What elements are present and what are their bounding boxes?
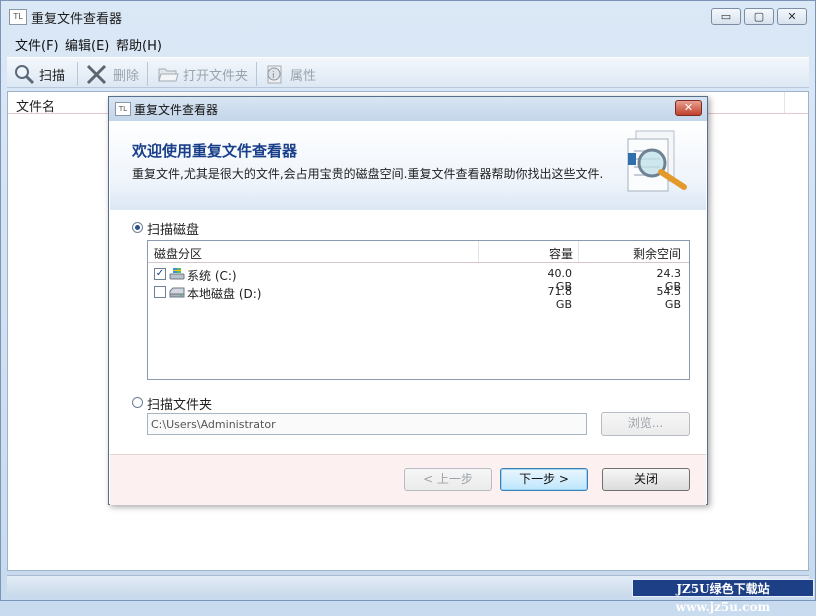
open-folder-button[interactable]: 打开文件夹 <box>157 62 248 86</box>
maximize-button[interactable]: ▢ <box>744 8 774 25</box>
column-divider <box>784 92 785 113</box>
folder-path-input[interactable] <box>147 413 587 435</box>
back-button[interactable]: < 上一步 <box>404 468 492 491</box>
menu-help[interactable]: 帮助(H) <box>116 35 162 54</box>
scan-disk-radio[interactable] <box>132 222 143 233</box>
scan-button[interactable]: 扫描 <box>13 62 65 86</box>
toolbar-separator <box>147 62 148 86</box>
partition-row[interactable]: 本地磁盘 (D:) 71.8 GB 54.5 GB <box>148 283 689 311</box>
dialog-title: 重复文件查看器 <box>134 103 219 117</box>
toolbar-separator <box>77 62 78 86</box>
browse-button[interactable]: 浏览... <box>601 412 690 436</box>
welcome-dialog: TL 重复文件查看器 ✕ 欢迎使用重复文件查看器 重复文件,尤其是很大的文件,会… <box>108 96 708 505</box>
menu-bar: 文件(F) 编辑(E) 帮助(H) <box>7 32 809 54</box>
menu-edit[interactable]: 编辑(E) <box>65 35 109 54</box>
partition-row[interactable]: ✓ 系统 (C:) 40.0 GB 24.3 GB <box>148 265 689 293</box>
scan-folder-radio[interactable] <box>132 397 143 408</box>
delete-x-icon <box>86 64 107 85</box>
column-filename[interactable]: 文件名 <box>16 96 55 115</box>
toolbar-separator <box>256 62 257 86</box>
magnifier-icon <box>15 65 35 85</box>
duplicate-files-magnifier-icon <box>627 130 687 192</box>
partition-checkbox[interactable]: ✓ <box>154 268 166 280</box>
partition-capacity: 71.8 GB <box>547 285 573 311</box>
app-icon: TL <box>9 9 27 25</box>
column-divider <box>578 241 579 262</box>
scan-label: 扫描 <box>39 68 66 84</box>
partition-free-space: 54.5 GB <box>656 285 682 311</box>
svg-text:i: i <box>272 71 275 81</box>
properties-button[interactable]: i 属性 <box>264 62 316 86</box>
banner-description: 重复文件,尤其是很大的文件,会占用宝贵的磁盘空间.重复文件查看器帮助你找出这些文… <box>132 167 604 181</box>
toolbar: 扫描 删除 打开文件夹 i 属性 <box>7 57 809 88</box>
next-button[interactable]: 下一步 > <box>500 468 588 491</box>
dialog-app-icon: TL <box>115 102 131 116</box>
open-folder-label: 打开文件夹 <box>183 68 249 84</box>
column-free-space[interactable]: 剩余空间 <box>633 245 681 262</box>
properties-icon: i <box>267 65 282 84</box>
title-bar: TL 重复文件查看器 ▭ ▢ ✕ <box>1 1 815 33</box>
properties-label: 属性 <box>290 68 317 84</box>
dialog-close-icon[interactable]: ✕ <box>675 100 702 116</box>
disk-partition-list[interactable]: 磁盘分区 容量 剩余空间 ✓ 系统 (C:) 40.0 GB 24.3 GB 本… <box>147 240 690 380</box>
close-window-button[interactable]: ✕ <box>777 8 807 25</box>
banner-title: 欢迎使用重复文件查看器 <box>132 142 298 160</box>
scan-disk-label[interactable]: 扫描磁盘 <box>147 219 199 238</box>
dialog-banner: 欢迎使用重复文件查看器 重复文件,尤其是很大的文件,会占用宝贵的磁盘空间.重复文… <box>110 121 706 210</box>
folder-icon <box>158 68 179 82</box>
system-drive-icon <box>169 268 185 280</box>
partition-label: 系统 (C:) <box>187 269 237 283</box>
dialog-title-bar: TL 重复文件查看器 ✕ <box>109 97 707 121</box>
partition-checkbox[interactable] <box>154 286 166 298</box>
window-title: 重复文件查看器 <box>31 12 123 27</box>
partition-label: 本地磁盘 (D:) <box>187 287 262 301</box>
watermark: JZ5U绿色下载站www.jz5u.com <box>632 579 814 614</box>
delete-button[interactable]: 删除 <box>85 62 139 86</box>
delete-label: 删除 <box>113 68 140 84</box>
column-capacity[interactable]: 容量 <box>549 245 573 262</box>
scan-folder-label[interactable]: 扫描文件夹 <box>147 394 212 413</box>
close-button[interactable]: 关闭 <box>602 468 690 491</box>
local-disk-icon <box>169 287 185 298</box>
partition-list-header: 磁盘分区 容量 剩余空间 <box>148 241 689 263</box>
menu-file[interactable]: 文件(F) <box>15 35 59 54</box>
column-partition[interactable]: 磁盘分区 <box>154 245 202 262</box>
minimize-button[interactable]: ▭ <box>711 8 741 25</box>
column-divider <box>478 241 479 262</box>
